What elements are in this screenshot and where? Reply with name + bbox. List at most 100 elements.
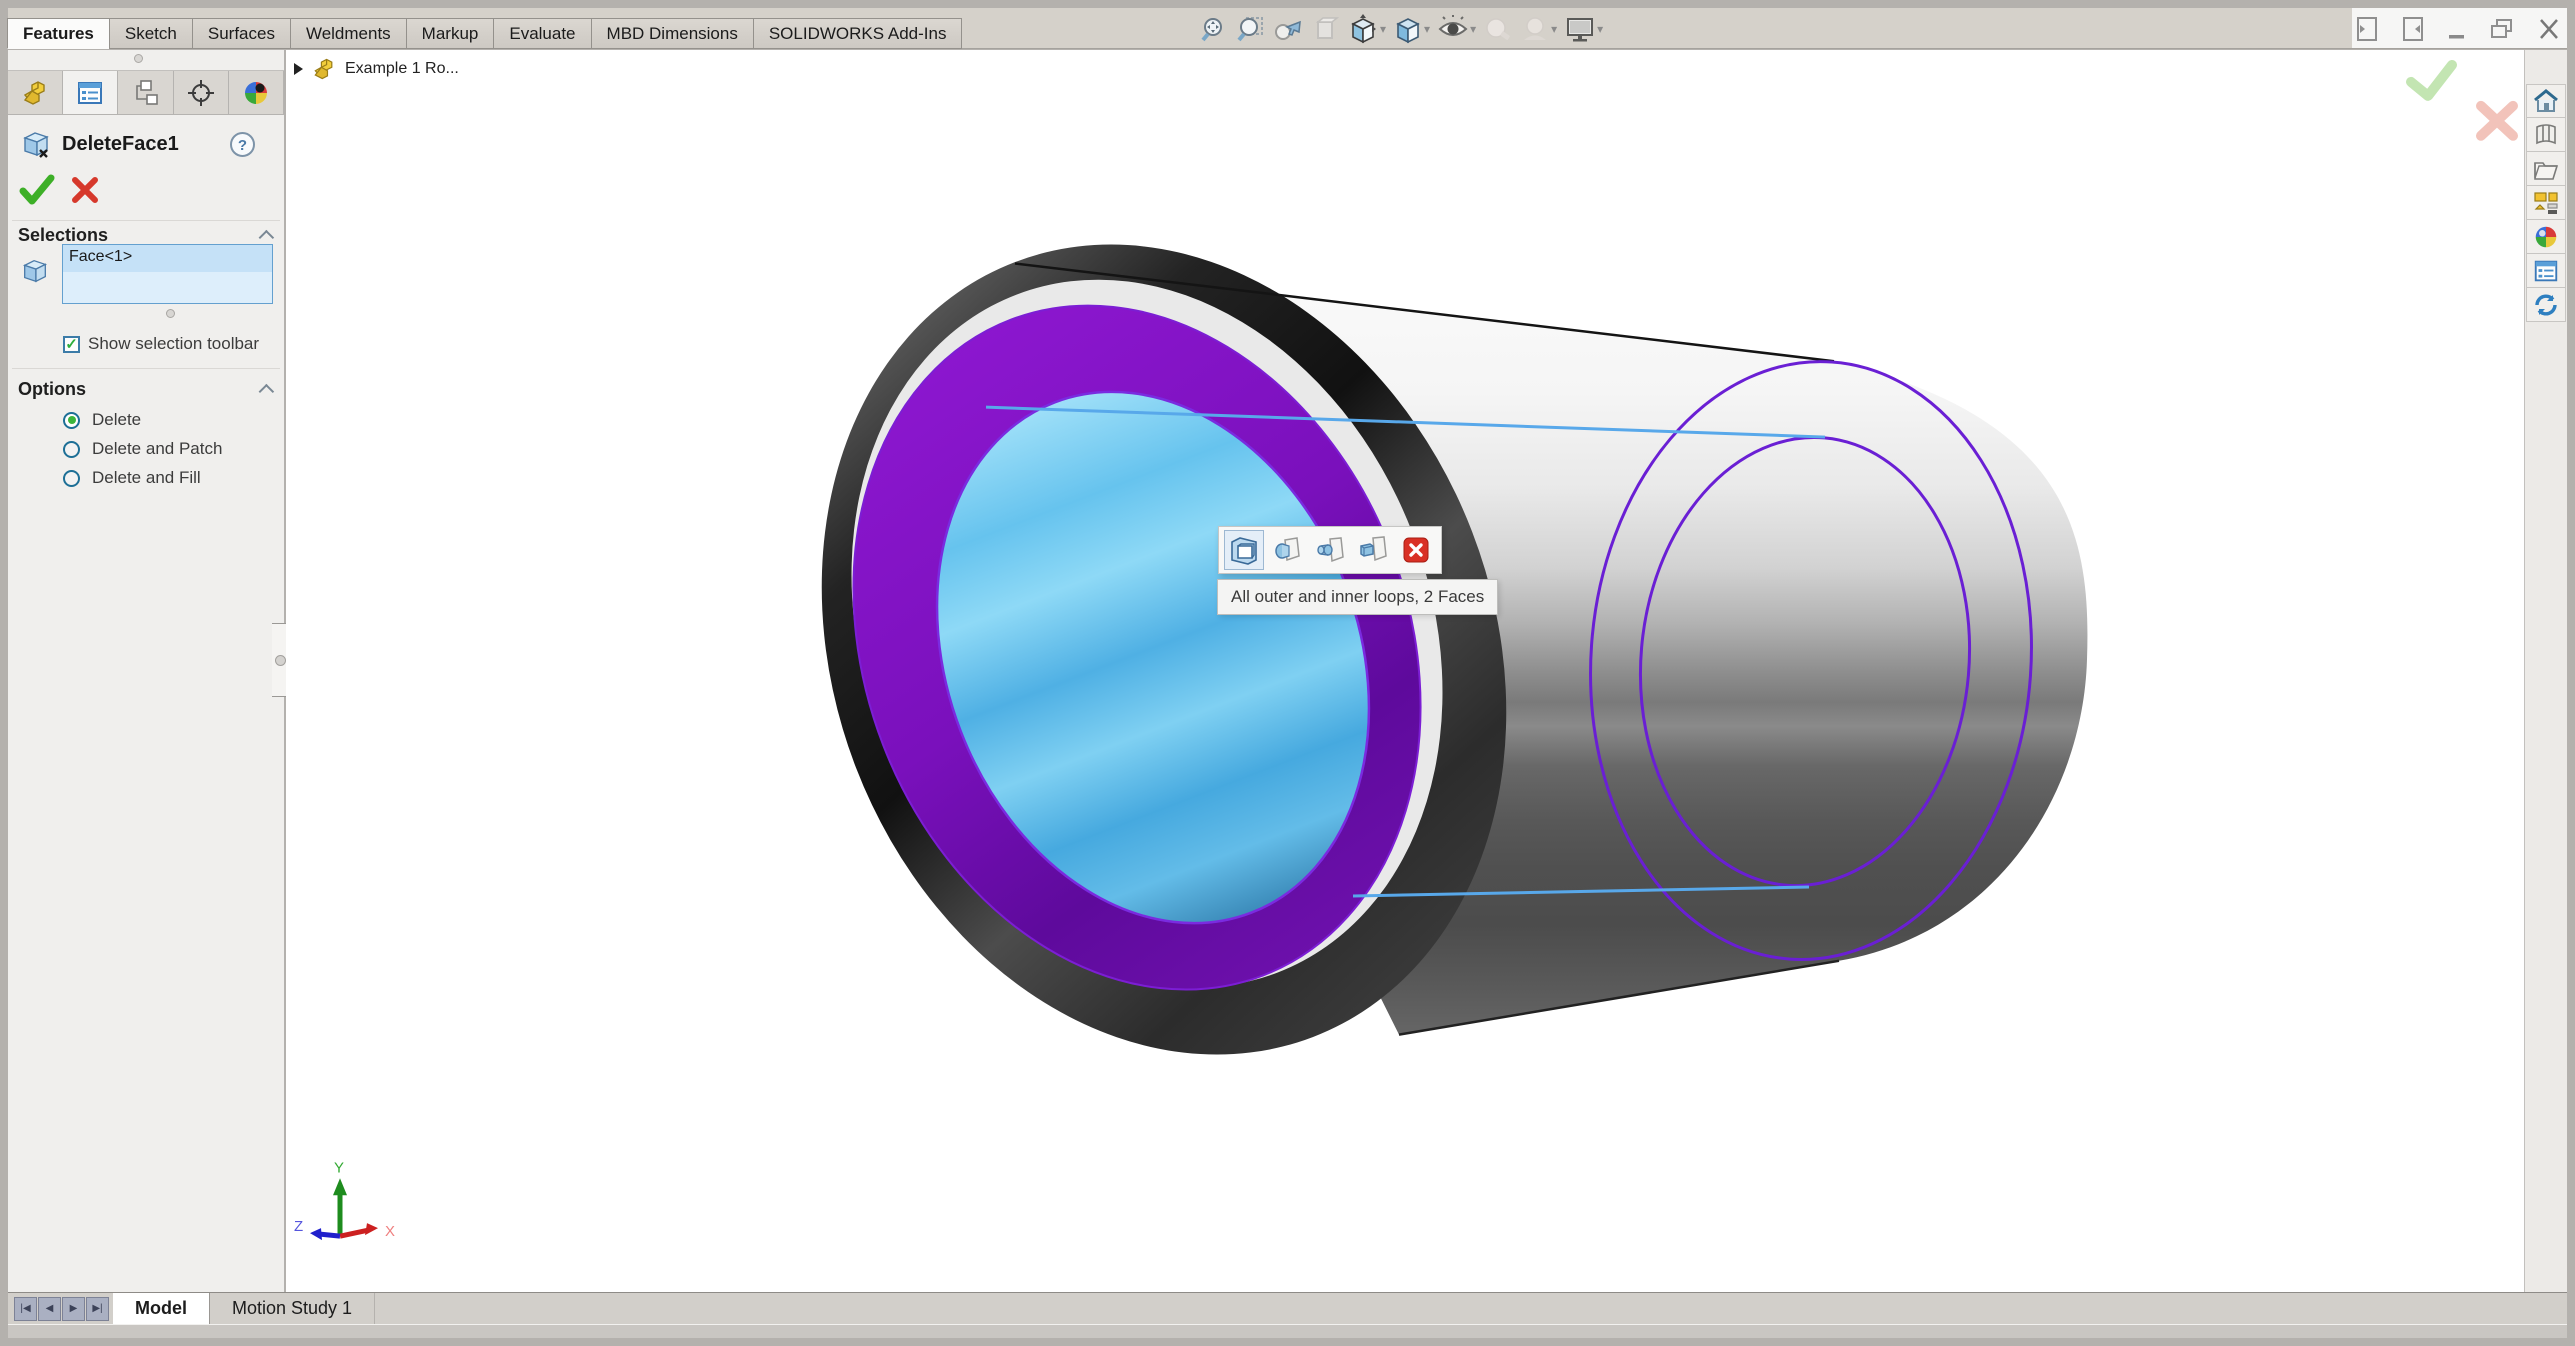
radio-delete[interactable]: Delete (63, 410, 141, 430)
options-section-header[interactable]: Options (18, 376, 275, 402)
display-style-button[interactable]: ▾ (1390, 12, 1433, 46)
tab-sketch[interactable]: Sketch (108, 18, 193, 49)
hide-show-items-button[interactable]: ▾ (1434, 12, 1479, 46)
feature-title: DeleteFace1 (62, 132, 179, 155)
radio-icon[interactable] (63, 440, 80, 458)
view-settings-caret[interactable]: ▾ (1597, 22, 1603, 36)
propertymanager-header: DeleteFace1 ? (8, 120, 284, 168)
confirm-ok-watermark[interactable] (2406, 59, 2457, 101)
view-orientation-button[interactable]: ▾ (1344, 11, 1389, 47)
apply-scene-button[interactable]: ▾ (1517, 12, 1560, 46)
cancel-button[interactable] (70, 175, 100, 205)
section-view-button[interactable] (1307, 12, 1343, 46)
view-settings-button[interactable]: ▾ (1561, 12, 1606, 46)
triad-y-arrow (333, 1178, 347, 1196)
tab-mbd-dimensions[interactable]: MBD Dimensions (590, 18, 754, 49)
hide-show-items-caret[interactable]: ▾ (1470, 22, 1476, 36)
taskpane-view-palette-button[interactable] (2526, 186, 2566, 220)
taskpane-home-button[interactable] (2526, 84, 2566, 118)
selection-item[interactable]: Face<1> (63, 245, 272, 272)
select-boss-faces-button[interactable] (1310, 530, 1350, 570)
close-selection-toolbar-button[interactable] (1396, 530, 1436, 570)
taskpane-file-explorer-button[interactable] (2526, 152, 2566, 186)
folder-icon (2534, 161, 2559, 180)
scroll-last-button[interactable]: ▶| (86, 1296, 109, 1321)
minimize-button[interactable] (2447, 15, 2467, 43)
part-name-label[interactable]: Example 1 Ro... (345, 60, 459, 78)
graphics-area[interactable]: Y X Z Example 1 Ro... All outer and inne… (286, 50, 2524, 1292)
taskpane-appearances-button[interactable] (2526, 220, 2566, 254)
zoom-to-fit-button[interactable] (1196, 12, 1232, 46)
panel-top-splitter-handle[interactable] (134, 54, 143, 63)
triad-z-arrow (310, 1228, 322, 1241)
radio-delete-and-fill-label: Delete and Fill (92, 468, 201, 487)
select-feature-faces-button[interactable] (1353, 530, 1393, 570)
tab-evaluate[interactable]: Evaluate (493, 18, 592, 49)
boss-faces-icon (1317, 537, 1344, 563)
tab-scroll-buttons: |◀ ◀ ▶ ▶| (8, 1293, 113, 1324)
close-button[interactable] (2537, 15, 2561, 43)
custom-properties-icon (2534, 260, 2558, 281)
triad-y-label: Y (334, 1159, 344, 1176)
scroll-first-button[interactable]: |◀ (14, 1296, 37, 1321)
checkbox-checked-icon[interactable]: ✓ (63, 335, 80, 353)
model-canvas[interactable]: Y X Z (286, 50, 2524, 1292)
display-style-caret[interactable]: ▾ (1424, 22, 1430, 36)
svg-text:?: ? (238, 137, 247, 154)
part-icon (314, 58, 333, 80)
scroll-prev-button[interactable]: ◀ (38, 1296, 61, 1321)
ok-button[interactable] (18, 173, 56, 207)
face-select-icon (22, 259, 48, 283)
collapse-chevron-icon[interactable] (258, 383, 275, 399)
tab-display-manager[interactable] (228, 71, 285, 114)
status-bar (8, 1324, 2567, 1338)
restore-button[interactable] (2489, 15, 2515, 43)
previous-view-button[interactable] (1270, 12, 1306, 46)
radio-delete-and-patch[interactable]: Delete and Patch (63, 439, 222, 459)
confirm-row (18, 168, 100, 212)
confirm-cancel-watermark[interactable] (2476, 100, 2518, 141)
tab-dimxpert-manager[interactable] (173, 71, 229, 114)
tab-model[interactable]: Model (113, 1293, 210, 1324)
radio-selected-icon[interactable] (63, 411, 80, 429)
tab-weldments[interactable]: Weldments (289, 18, 407, 49)
radio-icon[interactable] (63, 469, 80, 487)
selection-box-resize-handle[interactable] (166, 309, 175, 318)
tab-motion-study-1[interactable]: Motion Study 1 (210, 1293, 376, 1324)
propertymanager-icon (78, 81, 103, 104)
tab-markup[interactable]: Markup (405, 18, 495, 49)
scroll-next-button[interactable]: ▶ (62, 1296, 85, 1321)
title-bar: Features Sketch Surfaces Weldments Marku… (7, 8, 2567, 49)
select-tangent-faces-button[interactable] (1267, 530, 1307, 570)
apply-scene-caret[interactable]: ▾ (1551, 22, 1557, 36)
collapse-left-pane-button[interactable] (2355, 15, 2379, 43)
tab-surfaces[interactable]: Surfaces (191, 18, 291, 49)
view-orientation-caret[interactable]: ▾ (1380, 22, 1386, 36)
collapse-chevron-icon[interactable] (258, 229, 275, 245)
window-controls (2355, 12, 2561, 46)
selection-context-toolbar (1218, 526, 1442, 574)
options-title: Options (18, 378, 86, 399)
tab-configuration-manager[interactable] (118, 71, 174, 114)
tab-propertymanager[interactable] (63, 71, 119, 114)
flyout-expand-arrow[interactable] (294, 63, 303, 75)
zoom-to-area-button[interactable] (1233, 12, 1269, 46)
taskpane-design-library-button[interactable] (2526, 118, 2566, 152)
collapse-right-pane-button[interactable] (2401, 15, 2425, 43)
all-outer-inner-loops-button[interactable] (1224, 530, 1264, 570)
heads-up-view-toolbar: ▾ ▾ ▾ ▾ ▾ (1196, 11, 1606, 47)
triad-z-label: Z (294, 1218, 303, 1235)
tab-features[interactable]: Features (7, 18, 110, 49)
tab-solidworks-addins[interactable]: SOLIDWORKS Add-Ins (752, 18, 963, 49)
tab-featuremanager-design-tree[interactable] (8, 71, 64, 114)
selection-listbox[interactable]: Face<1> (62, 244, 273, 304)
show-selection-toolbar-row[interactable]: ✓ Show selection toolbar (63, 334, 259, 354)
help-icon[interactable]: ? (229, 131, 256, 158)
radio-delete-and-fill[interactable]: Delete and Fill (63, 468, 201, 488)
home-icon (2534, 89, 2558, 112)
previous-view-icon (1275, 20, 1301, 40)
edit-appearance-button[interactable] (1480, 12, 1516, 46)
taskpane-forum-button[interactable] (2526, 288, 2566, 322)
confirmation-corner (2406, 59, 2518, 141)
taskpane-custom-properties-button[interactable] (2526, 254, 2566, 288)
